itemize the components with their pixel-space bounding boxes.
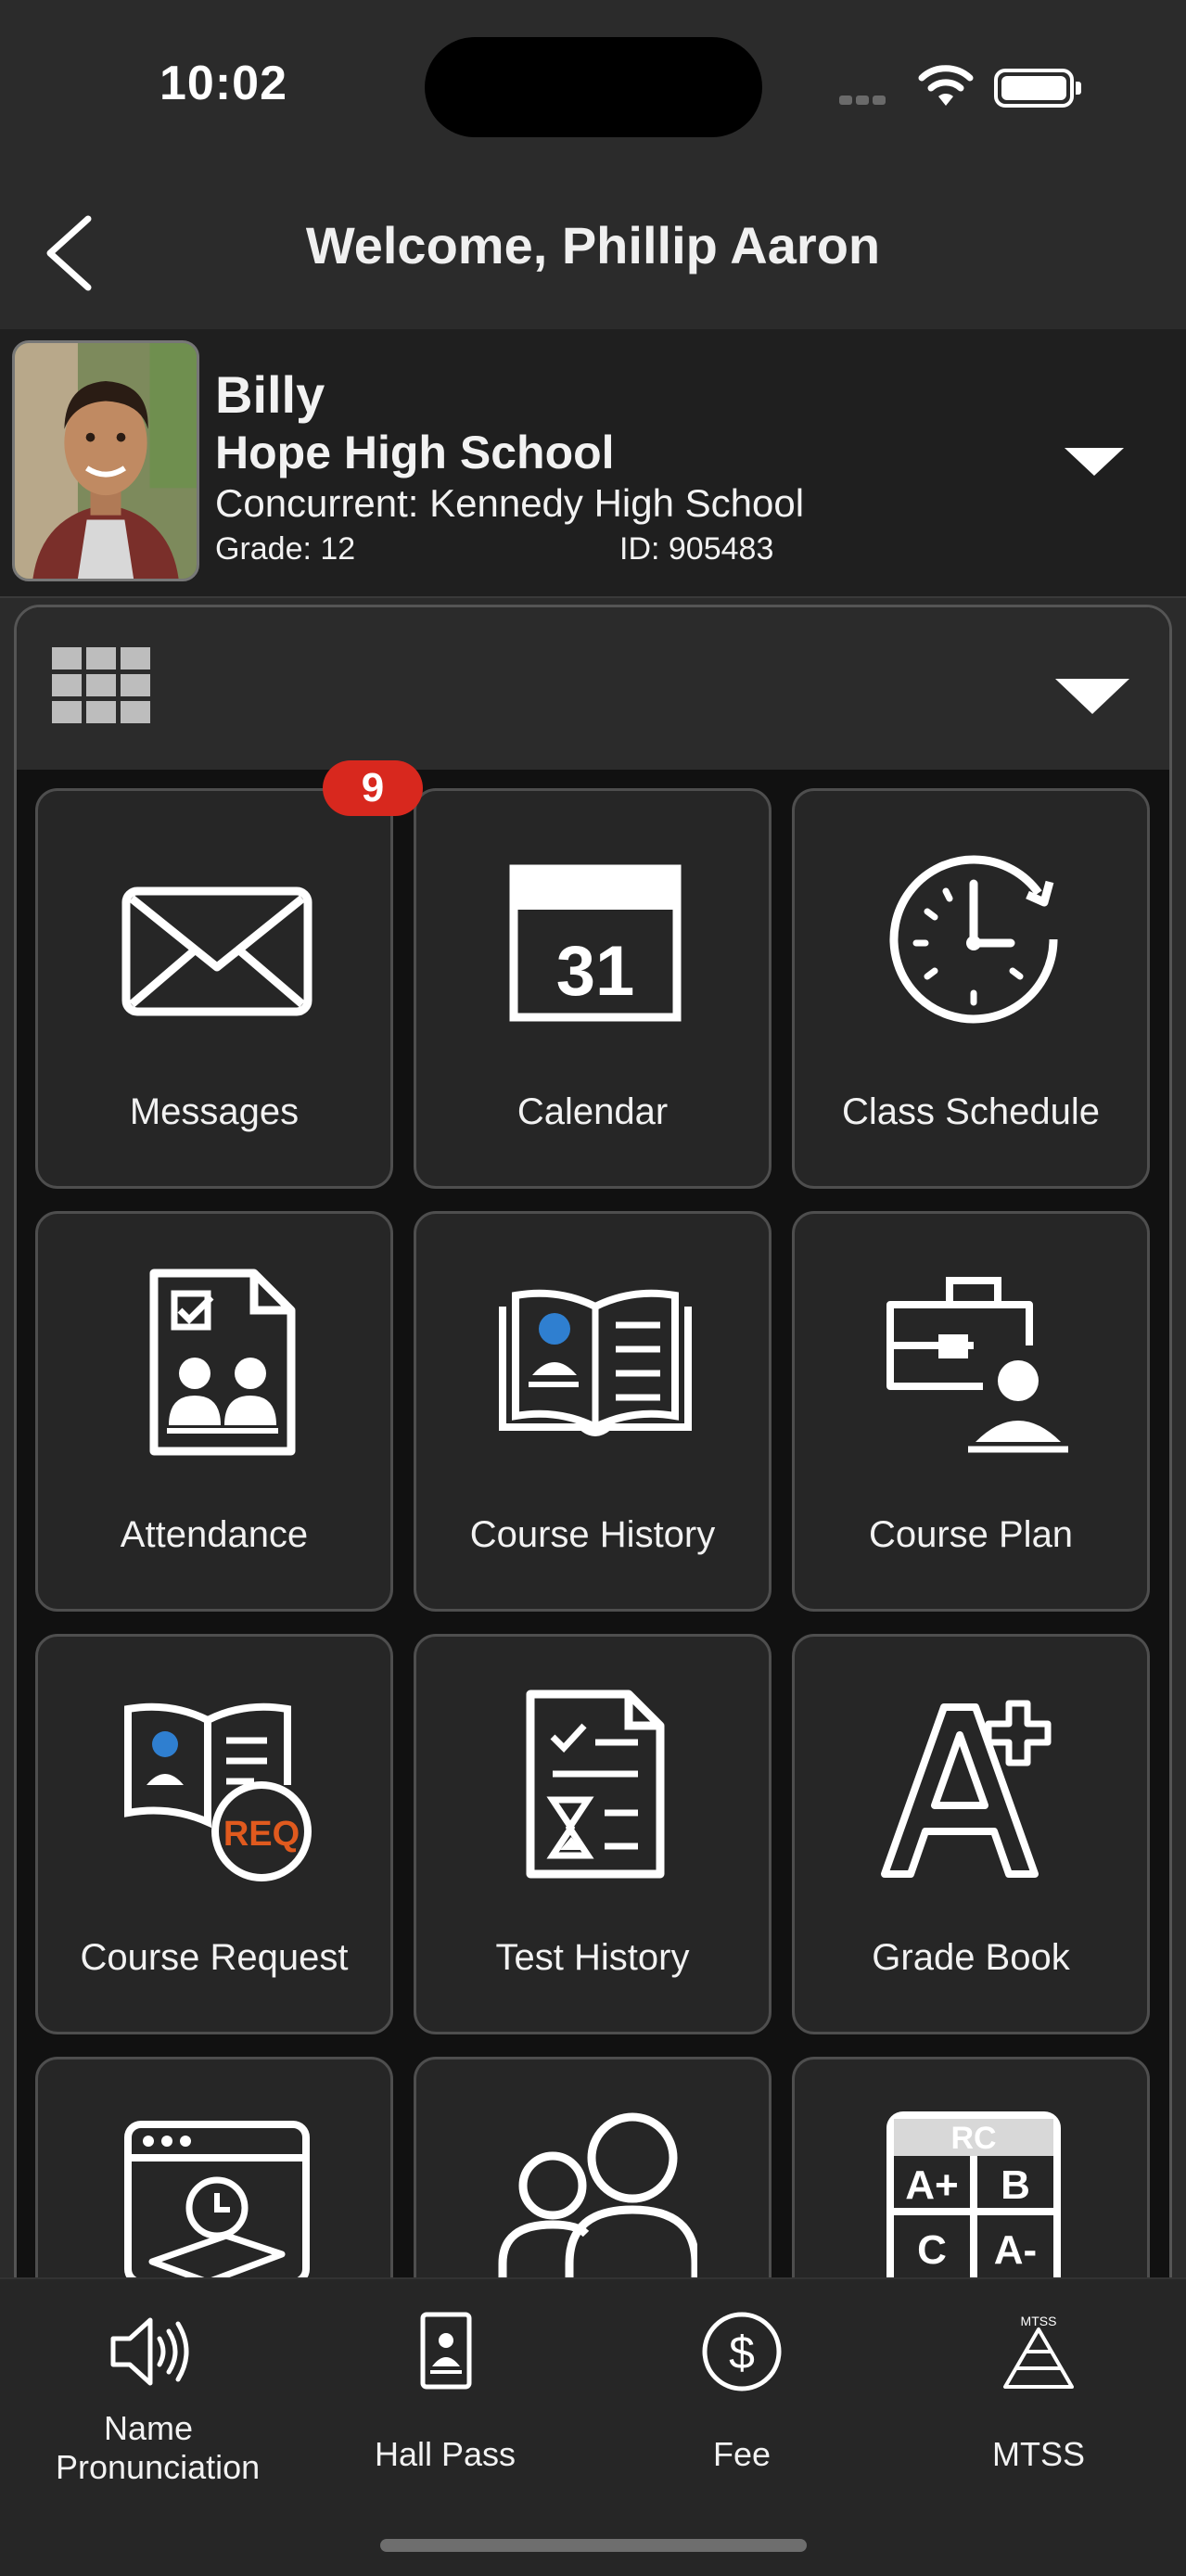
tile-messages[interactable]: Messages [35, 788, 393, 1189]
bottom-tab-bar: Name Pronunciation Hall Pass $ Fee MTSS … [0, 2277, 1186, 2576]
calendar-icon: 31 [509, 864, 682, 1022]
rc-grade: A- [994, 2227, 1037, 2273]
tile-label: Class Schedule [842, 1091, 1100, 1132]
battery-icon [994, 69, 1081, 108]
speaker-icon [110, 2317, 189, 2386]
book-req-icon: REQ [124, 1702, 312, 1881]
tile-calendar[interactable]: 31 Calendar [414, 788, 772, 1189]
test-hourglass-icon [526, 1690, 665, 1879]
student-selector[interactable]: Billy Hope High School Concurrent: Kenne… [0, 329, 1186, 598]
tab-hall-pass[interactable]: Hall Pass [297, 2279, 593, 2483]
student-name: Billy [215, 365, 325, 424]
tile-label: Course Plan [868, 1514, 1074, 1555]
clock-icon [889, 855, 1058, 1024]
concurrent-school: Concurrent: Kennedy High School [215, 481, 805, 525]
rc-grade: C [917, 2227, 947, 2273]
rc-grade: A+ [905, 2162, 958, 2208]
tab-name-pronunciation[interactable]: Name Pronunciation [0, 2279, 297, 2486]
status-bar: 10:02 [0, 0, 1186, 167]
a-plus-icon [881, 1700, 1052, 1878]
rc-grade: B [1001, 2162, 1030, 2208]
calendar-day: 31 [556, 932, 635, 1011]
cellular-signal-icon [839, 93, 889, 109]
tile-course-history[interactable]: Course History [414, 1211, 772, 1612]
student-dropdown-icon[interactable] [1065, 448, 1124, 476]
tile-label: Grade Book [872, 1937, 1070, 1978]
tile-label: Course History [469, 1514, 716, 1555]
tile-course-request[interactable]: REQ Course Request [35, 1634, 393, 2034]
nav-header: Welcome, Phillip Aaron [0, 167, 1186, 329]
tile-course-plan[interactable]: Course Plan [792, 1211, 1150, 1612]
student-id: ID: 905483 [619, 531, 774, 567]
briefcase-student-icon [886, 1277, 1068, 1453]
rc-text: RC [950, 2121, 996, 2156]
tile-attendance[interactable]: Attendance [35, 1211, 393, 1612]
tab-label: Hall Pass [374, 2435, 516, 2473]
req-text: REQ [223, 1815, 300, 1854]
tile-grade-book[interactable]: Grade Book [792, 1634, 1150, 2034]
tile-label: Test History [495, 1937, 690, 1978]
tile-label: Attendance [120, 1514, 309, 1555]
tile-label: Course Request [80, 1937, 349, 1978]
student-grade: Grade: 12 [215, 531, 356, 567]
tile-class-schedule[interactable]: Class Schedule [792, 788, 1150, 1189]
school-name: Hope High School [215, 427, 615, 478]
modules-panel-header [17, 607, 1169, 770]
mtss-icon-text: MTSS [1021, 2314, 1057, 2328]
dollar-circle-icon: $ [702, 2312, 782, 2391]
hall-pass-icon [420, 2312, 472, 2390]
tab-mtss[interactable]: MTSS MTSS [890, 2279, 1186, 2483]
messages-badge: 9 [323, 760, 423, 816]
page-title: Welcome, Phillip Aaron [305, 216, 881, 274]
attendance-icon [149, 1269, 296, 1456]
avatar [12, 340, 199, 581]
panel-collapse-icon[interactable] [1055, 679, 1129, 714]
svg-text:$: $ [729, 2327, 755, 2378]
tile-test-history[interactable]: Test History [414, 1634, 772, 2034]
home-indicator [380, 2539, 807, 2552]
grid-view-icon[interactable] [52, 647, 150, 723]
tile-label: Messages [129, 1091, 300, 1132]
tab-label: Name Pronunciation [56, 2409, 261, 2486]
dynamic-island [425, 37, 762, 137]
tile-label: Calendar [516, 1091, 669, 1132]
open-book-icon [499, 1289, 692, 1436]
status-time: 10:02 [159, 57, 287, 110]
pyramid-icon: MTSS [1003, 2314, 1074, 2389]
wifi-icon [918, 65, 974, 106]
tab-fee[interactable]: $ Fee [593, 2279, 890, 2483]
envelope-icon [121, 886, 312, 1016]
tab-label: Fee [712, 2435, 772, 2473]
tab-label: MTSS [991, 2435, 1085, 2473]
